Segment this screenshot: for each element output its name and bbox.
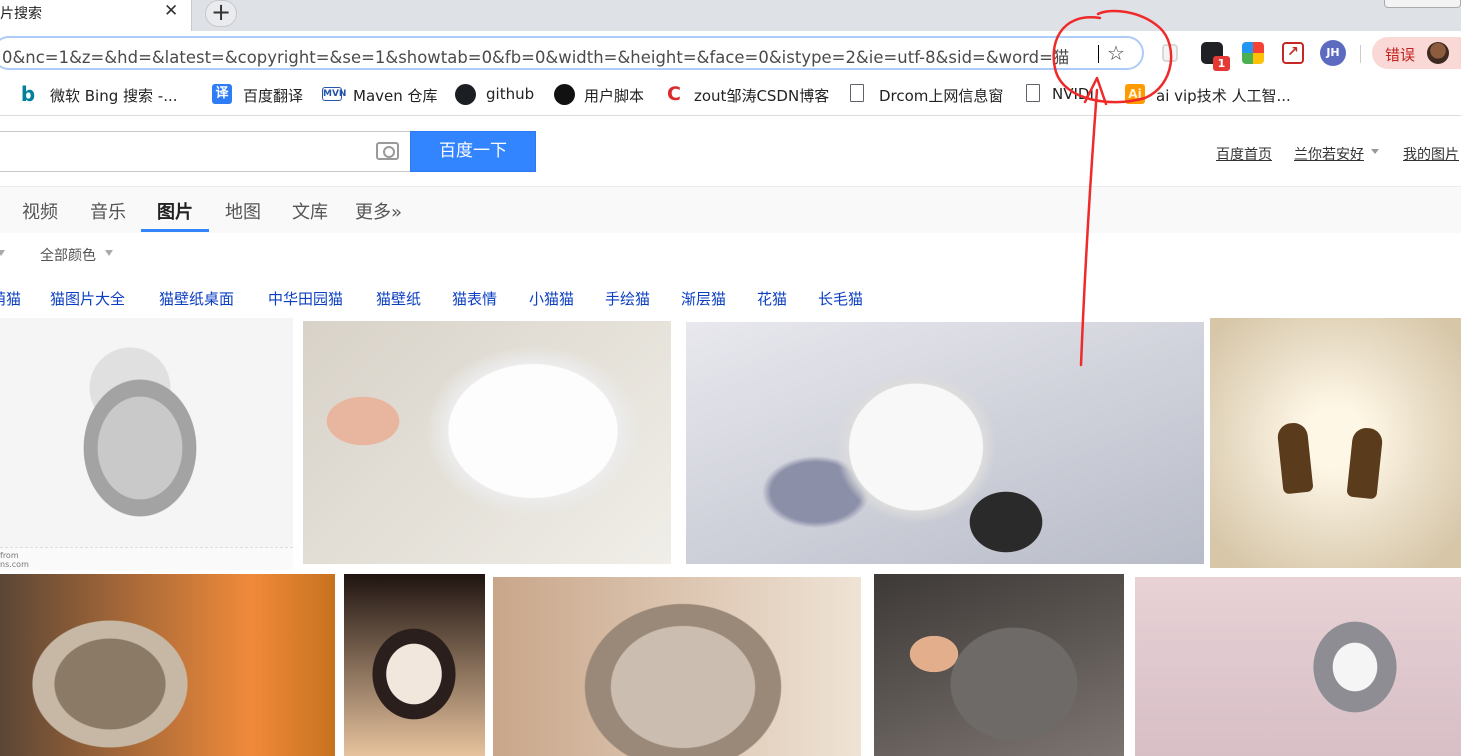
image-result[interactable]	[344, 574, 485, 756]
profile-extension-icon[interactable]: JH	[1320, 40, 1346, 66]
related-search-item[interactable]: 长毛猫	[818, 288, 863, 309]
search-input[interactable]	[0, 131, 410, 172]
window-controls[interactable]	[1384, 0, 1461, 8]
url-text[interactable]: 0&nc=1&z=&hd=&latest=&copyright=&se=1&sh…	[2, 44, 1069, 68]
related-search-item[interactable]: 花猫	[757, 288, 787, 309]
browser-toolbar: 0&nc=1&z=&hd=&latest=&copyright=&se=1&sh…	[0, 31, 1461, 76]
tab-more[interactable]: 更多»	[355, 198, 402, 224]
avatar[interactable]	[1427, 42, 1449, 64]
category-nav	[0, 186, 1461, 233]
tab-wenku[interactable]: 文库	[292, 198, 328, 224]
related-search-item[interactable]: 中华田园猫	[268, 288, 343, 309]
active-tab-indicator	[141, 229, 209, 232]
bookmarks-bar: b 微软 Bing 搜索 -... 译 百度翻译 MVN Maven 仓库 gi…	[0, 76, 1461, 116]
image-result[interactable]	[303, 321, 671, 564]
text-cursor	[1098, 45, 1099, 63]
related-search-item[interactable]: 猫表情	[452, 288, 497, 309]
tab-strip: 图片搜索 ✕ +	[0, 0, 1461, 31]
image-result[interactable]	[0, 574, 335, 756]
related-search-item[interactable]: 萌猫	[0, 288, 22, 309]
toolbar-divider	[1360, 45, 1361, 63]
related-search-item[interactable]: 猫壁纸	[376, 288, 421, 309]
pdf-extension-icon[interactable]: ↗	[1282, 42, 1304, 64]
color-extension-icon[interactable]	[1242, 42, 1264, 64]
tab-title: 图片搜索	[0, 6, 42, 22]
page-icon	[850, 84, 864, 102]
image-watermark-band: from ns.com	[0, 547, 293, 570]
ai-icon: Ai	[1125, 84, 1145, 104]
address-bar[interactable]: 0&nc=1&z=&hd=&latest=&copyright=&se=1&sh…	[0, 36, 1144, 70]
image-result[interactable]	[874, 574, 1124, 756]
tab-video[interactable]: 视频	[22, 198, 58, 224]
bookmark-drcom[interactable]: Drcom上网信息窗	[879, 85, 1003, 107]
tab-images[interactable]: 图片	[157, 198, 193, 224]
close-icon[interactable]: ✕	[164, 1, 178, 21]
image-result[interactable]	[1135, 577, 1461, 756]
error-label: 错误	[1385, 46, 1416, 64]
related-search-item[interactable]: 渐层猫	[681, 288, 726, 309]
image-result[interactable]	[686, 322, 1204, 564]
extension-disabled-icon[interactable]	[1162, 44, 1178, 62]
my-images-link[interactable]: 我的图片	[1403, 144, 1459, 164]
userscript-icon	[554, 84, 575, 105]
bookmark-csdn[interactable]: zout邹涛CSDN博客	[694, 85, 829, 107]
baidu-home-link[interactable]: 百度首页	[1216, 144, 1272, 164]
chevron-down-icon[interactable]	[105, 250, 113, 256]
image-result[interactable]	[493, 577, 861, 756]
search-button[interactable]: 百度一下	[410, 131, 536, 172]
github-icon	[455, 84, 476, 105]
bookmark-fanyi[interactable]: 百度翻译	[243, 85, 303, 107]
image-caption: from ns.com	[0, 551, 29, 569]
chevron-down-icon[interactable]	[0, 250, 5, 256]
image-result[interactable]	[1210, 318, 1461, 568]
bookmark-bing[interactable]: 微软 Bing 搜索 -...	[50, 85, 178, 107]
cat-silhouette-illustration	[1276, 421, 1314, 495]
tab-music[interactable]: 音乐	[90, 198, 126, 224]
image-result[interactable]	[0, 318, 293, 570]
bookmark-star-icon[interactable]: ☆	[1107, 41, 1125, 65]
tab-image-search[interactable]: 图片搜索 ✕	[0, 0, 192, 31]
bookmark-userscript[interactable]: 用户脚本	[584, 85, 644, 107]
bookmark-ai-vip[interactable]: ai vip技术 人工智...	[1156, 85, 1291, 107]
fanyi-icon: 译	[212, 84, 232, 104]
tab-map[interactable]: 地图	[225, 198, 261, 224]
user-menu-link[interactable]: 兰你若安好	[1294, 144, 1364, 164]
related-search-item[interactable]: 猫图片大全	[50, 288, 125, 309]
bookmark-github[interactable]: github	[486, 85, 534, 107]
page-icon	[1026, 84, 1040, 102]
related-search-item[interactable]: 猫壁纸桌面	[159, 288, 234, 309]
related-search-item[interactable]: 小猫猫	[529, 288, 574, 309]
cat-silhouette-illustration	[1346, 426, 1384, 500]
new-tab-button[interactable]: +	[205, 0, 237, 27]
bookmark-nvidia[interactable]: NVIDI	[1052, 85, 1094, 107]
bing-icon: b	[18, 84, 38, 104]
notification-badge: 1	[1213, 56, 1230, 71]
bookmark-maven[interactable]: Maven 仓库	[353, 85, 438, 107]
csdn-icon: C	[664, 84, 684, 104]
camera-icon[interactable]	[376, 142, 399, 160]
maven-icon: MVN	[322, 87, 347, 101]
color-filter[interactable]: 全部颜色	[40, 245, 96, 265]
related-search-item[interactable]: 手绘猫	[605, 288, 650, 309]
chevron-down-icon[interactable]	[1371, 149, 1379, 154]
